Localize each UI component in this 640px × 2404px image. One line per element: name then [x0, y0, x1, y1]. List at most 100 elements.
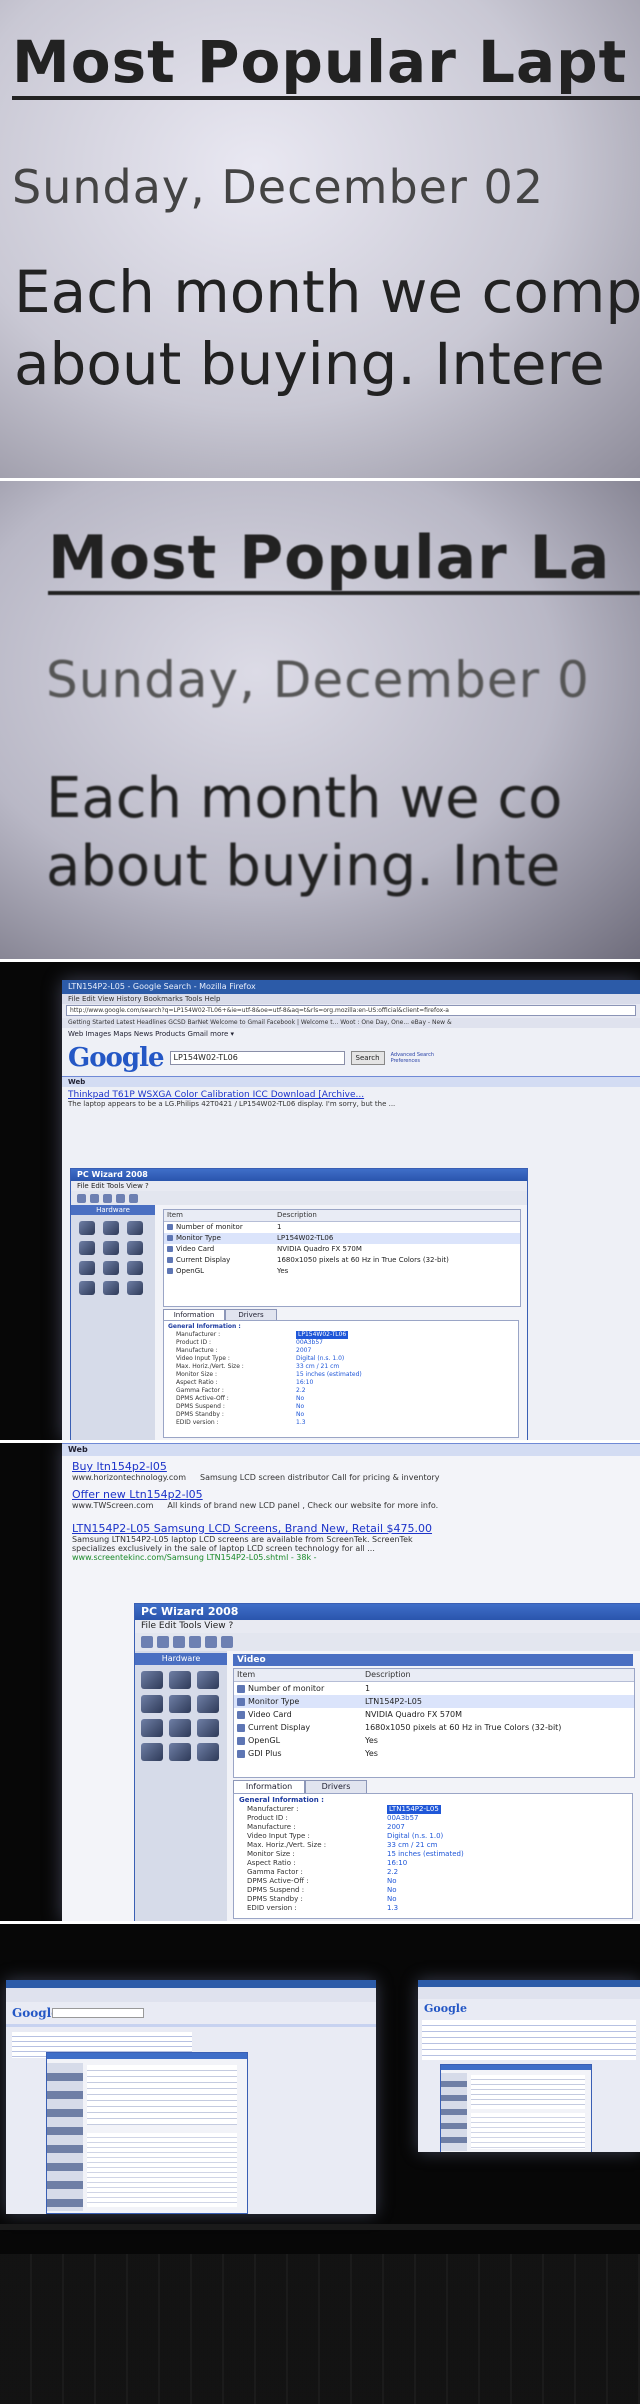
info-key: Manufacture : — [247, 1823, 296, 1831]
hardware-sidebar: Hardware — [71, 1205, 155, 1440]
ad-url[interactable]: www.horizontechnology.com — [72, 1473, 186, 1482]
url-field[interactable]: http://www.google.com/search?q=LP154W02-… — [66, 1005, 636, 1016]
network-icon[interactable] — [169, 1719, 191, 1737]
info-row: EDID version : 1.3 — [239, 1904, 627, 1913]
detail-tabs: Information Drivers — [233, 1780, 367, 1793]
mainboard-icon[interactable] — [141, 1671, 163, 1689]
photo-panel-4: Web Buy ltn154p2-l05 www.horizontechnolog… — [0, 1443, 640, 1921]
table-row[interactable]: Current Display 1680x1050 pixels at 60 Hz… — [164, 1255, 520, 1266]
wizard-toolbar — [135, 1633, 640, 1651]
search-button[interactable]: Search — [350, 1051, 385, 1065]
info-row: Manufacture : 2007 — [239, 1823, 627, 1832]
copy-icon[interactable] — [90, 1193, 99, 1203]
info-row: Max. Horiz./Vert. Size : 33 cm / 21 cm — [239, 1841, 627, 1850]
sponsored-results: Buy ltn154p2-l05 www.horizontechnology.co… — [62, 1456, 640, 1520]
table-row[interactable]: Current Display 1680x1050 pixels at 60 Hz… — [234, 1721, 634, 1734]
memory-icon[interactable] — [197, 1671, 219, 1689]
print-icon[interactable] — [189, 1636, 201, 1648]
voltage-icon[interactable] — [197, 1743, 219, 1761]
printer-icon[interactable] — [197, 1719, 219, 1737]
tab-drivers[interactable]: Drivers — [305, 1780, 367, 1793]
cpu-icon[interactable] — [103, 1221, 119, 1235]
col-description[interactable]: Description — [277, 1210, 317, 1221]
table-row[interactable]: Number of monitor 1 — [234, 1682, 634, 1695]
general-info-heading: General Information : — [239, 1796, 324, 1804]
search-input[interactable] — [52, 2008, 144, 2018]
search-input[interactable]: LP154W02-TL06 — [169, 1051, 345, 1065]
mainboard-icon[interactable] — [79, 1221, 95, 1235]
search-links: Advanced Search Preferences — [391, 1052, 434, 1064]
voltage-icon[interactable] — [127, 1281, 143, 1295]
ad-title-link[interactable]: Offer new Ltn154p2-l05 — [72, 1488, 630, 1501]
tab-information[interactable]: Information — [163, 1309, 225, 1320]
table-row[interactable]: Monitor Type LTN154P2-L05 — [234, 1695, 634, 1708]
row-description: Yes — [365, 1749, 378, 1758]
search-icon[interactable] — [205, 1636, 217, 1648]
browser-menubar[interactable]: File Edit View History Bookmarks Tools H… — [62, 994, 640, 1004]
wizard-menubar[interactable]: File Edit Tools View ? — [135, 1620, 640, 1633]
result-title-link[interactable]: Thinkpad T61P WSXGA Color Calibration IC… — [68, 1090, 634, 1100]
info-key: EDID version : — [247, 1904, 297, 1912]
ad-title-link[interactable]: Buy ltn154p2-l05 — [72, 1460, 630, 1473]
bookmarks-bar[interactable]: Getting Started Latest Headlines GCSD Ba… — [62, 1018, 640, 1028]
google-logo[interactable]: Google — [68, 1043, 164, 1073]
row-description: 1680x1050 pixels at 60 Hz in True Colors… — [277, 1256, 449, 1264]
table-row[interactable]: OpenGL Yes — [234, 1734, 634, 1747]
cpu-icon[interactable] — [169, 1671, 191, 1689]
google-logo[interactable]: Google — [424, 2002, 467, 2015]
row-description: 1 — [365, 1684, 371, 1693]
ad-url[interactable]: www.TWScreen.com — [72, 1501, 153, 1510]
col-description[interactable]: Description — [365, 1669, 411, 1681]
table-row[interactable]: Number of monitor 1 — [164, 1222, 520, 1233]
ports-icon[interactable] — [127, 1241, 143, 1255]
table-row[interactable]: GDI Plus Yes — [234, 1747, 634, 1760]
info-key: Manufacture : — [176, 1347, 218, 1354]
copy-icon[interactable] — [157, 1636, 169, 1648]
sound-icon[interactable] — [141, 1743, 163, 1761]
photo-panel-5: Google Google — [0, 1924, 640, 2404]
row-item-label: Video Card — [176, 1245, 215, 1253]
network-icon[interactable] — [103, 1261, 119, 1275]
info-value: 15 inches (estimated) — [296, 1371, 362, 1378]
help-icon[interactable] — [221, 1636, 233, 1648]
hardware-sidebar — [47, 2063, 83, 2211]
memory-icon[interactable] — [127, 1221, 143, 1235]
save-icon[interactable] — [141, 1636, 153, 1648]
row-item-label: OpenGL — [176, 1267, 205, 1275]
print-icon[interactable] — [116, 1193, 125, 1203]
devices-icon[interactable] — [141, 1719, 163, 1737]
table-row[interactable]: Monitor Type LP154W02-TL06 — [164, 1233, 520, 1244]
drives-icon[interactable] — [169, 1695, 191, 1713]
table-row[interactable]: OpenGL Yes — [164, 1266, 520, 1277]
devices-icon[interactable] — [79, 1261, 95, 1275]
video-table: Item Description Number of monitor 1 Monit… — [163, 1209, 521, 1307]
address-bar[interactable]: http://www.google.com/search?q=LP154W02-… — [62, 1004, 640, 1018]
google-nav[interactable]: Web Images Maps News Products Gmail more… — [62, 1028, 640, 1040]
table-row[interactable]: Video Card NVIDIA Quadro FX 570M — [234, 1708, 634, 1721]
printer-icon[interactable] — [127, 1261, 143, 1275]
tab-drivers[interactable]: Drivers — [225, 1309, 277, 1320]
refresh-icon[interactable] — [103, 1193, 112, 1203]
video-icon[interactable] — [79, 1241, 95, 1255]
info-value: 00A3b57 — [296, 1339, 323, 1346]
help-icon[interactable] — [129, 1193, 138, 1203]
power-icon[interactable] — [169, 1743, 191, 1761]
ad-snippet: All kinds of brand new LCD panel , Check… — [167, 1501, 439, 1510]
browser-toolbar — [6, 1988, 376, 2002]
sound-icon[interactable] — [79, 1281, 95, 1295]
video-icon[interactable] — [141, 1695, 163, 1713]
row-item: Current Display — [164, 1255, 277, 1266]
search-results — [422, 2020, 636, 2060]
preferences-link[interactable]: Preferences — [391, 1058, 420, 1064]
col-item[interactable]: Item — [164, 1210, 277, 1221]
ports-icon[interactable] — [197, 1695, 219, 1713]
result-title-link[interactable]: LTN154P2-L05 Samsung LCD Screens, Brand … — [72, 1522, 630, 1535]
wizard-menubar[interactable]: File Edit Tools View ? — [71, 1181, 527, 1191]
refresh-icon[interactable] — [173, 1636, 185, 1648]
col-item[interactable]: Item — [234, 1669, 365, 1681]
drives-icon[interactable] — [103, 1241, 119, 1255]
save-icon[interactable] — [77, 1193, 86, 1203]
power-icon[interactable] — [103, 1281, 119, 1295]
table-row[interactable]: Video Card NVIDIA Quadro FX 570M — [164, 1244, 520, 1255]
tab-information[interactable]: Information — [233, 1780, 305, 1793]
